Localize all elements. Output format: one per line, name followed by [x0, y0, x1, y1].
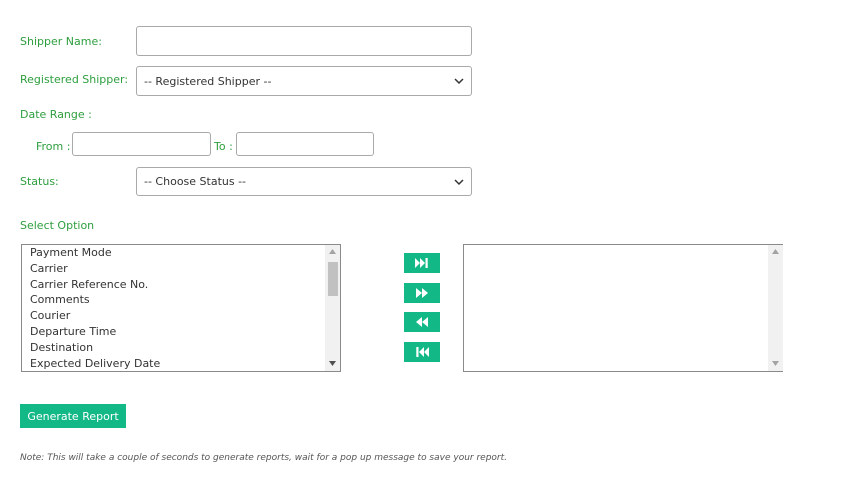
to-label: To :	[214, 140, 233, 153]
select-option-label: Select Option	[20, 219, 95, 232]
list-item[interactable]: Payment Mode	[22, 245, 325, 261]
scroll-down-arrow-icon[interactable]	[768, 357, 783, 371]
generate-report-button[interactable]: Generate Report	[20, 404, 126, 428]
chevron-down-icon	[454, 78, 464, 85]
registered-shipper-selected-value: -- Registered Shipper --	[144, 74, 272, 88]
move-all-right-button[interactable]	[404, 253, 440, 273]
shipper-name-input[interactable]	[136, 26, 472, 56]
status-select[interactable]: -- Choose Status --	[136, 167, 472, 196]
list-item[interactable]: Departure Time	[22, 324, 325, 340]
shipper-name-label: Shipper Name:	[20, 35, 102, 48]
to-date-input[interactable]	[236, 132, 374, 156]
chevron-down-icon	[454, 178, 464, 185]
list-item[interactable]: Courier	[22, 308, 325, 324]
skip-to-start-icon	[416, 347, 429, 357]
list-item[interactable]: Destination	[22, 340, 325, 356]
scroll-up-arrow-icon[interactable]	[768, 245, 783, 259]
registered-shipper-label: Registered Shipper:	[20, 73, 129, 86]
note-text: Note: This will take a couple of seconds…	[20, 453, 508, 463]
available-options-listbox[interactable]: Payment Mode Carrier Carrier Reference N…	[21, 244, 341, 372]
rewind-icon	[416, 317, 428, 327]
list-item[interactable]: Comments	[22, 292, 325, 308]
fast-forward-end-icon	[415, 258, 428, 268]
move-all-left-button[interactable]	[404, 342, 440, 362]
move-left-button[interactable]	[404, 312, 440, 332]
list-item[interactable]: Expected Delivery Date	[22, 356, 325, 371]
list-item[interactable]: Carrier	[22, 261, 325, 277]
list-item[interactable]: Carrier Reference No.	[22, 277, 325, 293]
status-label: Status:	[20, 175, 59, 188]
from-date-input[interactable]	[72, 132, 211, 156]
scrollbar-thumb[interactable]	[328, 262, 338, 296]
move-right-button[interactable]	[404, 283, 440, 303]
status-selected-value: -- Choose Status --	[144, 175, 247, 188]
registered-shipper-select[interactable]: -- Registered Shipper --	[136, 66, 472, 96]
fast-forward-icon	[416, 288, 428, 298]
scroll-up-arrow-icon[interactable]	[325, 245, 340, 259]
from-label: From :	[36, 140, 71, 153]
selected-options-scrollbar[interactable]	[768, 245, 783, 371]
available-options-scrollbar[interactable]	[325, 245, 340, 371]
scroll-down-arrow-icon[interactable]	[325, 357, 340, 371]
date-range-label: Date Range :	[20, 108, 92, 121]
selected-options-listbox[interactable]	[463, 244, 783, 372]
